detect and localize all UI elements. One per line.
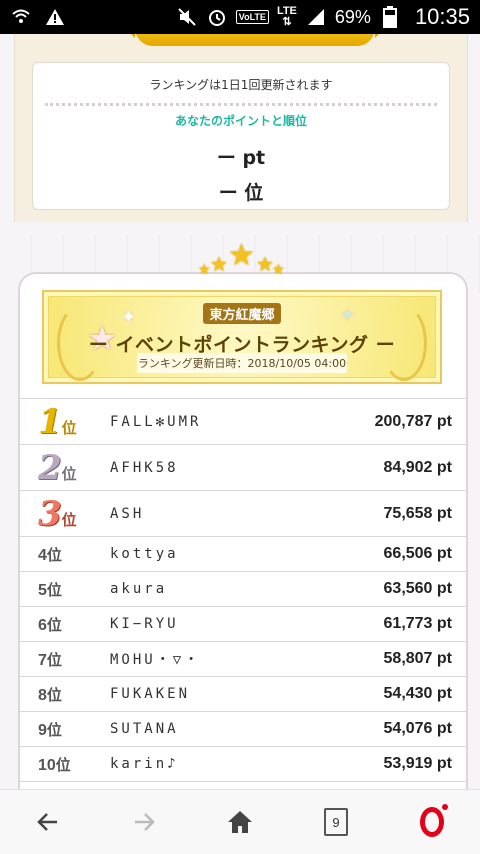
forward-arrow-icon: [135, 813, 155, 831]
rank-position: 10位: [38, 756, 71, 774]
player-points: 200,787 pt: [374, 412, 452, 430]
ranking-row[interactable]: 3位 ASH 75,658 pt: [20, 491, 466, 537]
player-name: FALL✻UMR: [110, 413, 202, 430]
forward-button[interactable]: [119, 797, 169, 847]
ranking-banner: ★ ✦ ✦ 東方紅魔郷 ー イベントポイントランキング ー ランキング更新日時：…: [42, 290, 442, 384]
ranking-row[interactable]: 5位 akura 63,560 pt: [20, 572, 466, 607]
ranking-row[interactable]: 10位 karin♪ 53,919 pt: [20, 747, 466, 782]
player-name: KI−RYU: [110, 616, 179, 632]
rank-position: 1位: [38, 401, 77, 442]
player-points: 61,773 pt: [383, 615, 452, 632]
player-name: kottya: [110, 546, 179, 562]
my-rank: ー 位: [218, 182, 264, 204]
rank-position: 2位: [38, 447, 77, 488]
player-points: 58,807 pt: [383, 650, 452, 667]
ranking-updated: ランキング更新日時：2018/10/05 04:00: [137, 353, 347, 373]
ranking-row[interactable]: 6位 KI−RYU 61,773 pt: [20, 607, 466, 642]
sparkle-icon: ✦: [121, 307, 137, 328]
ranking-row[interactable]: 2位 AFHK58 84,902 pt: [20, 445, 466, 491]
ranking-row[interactable]: 4位 kottya 66,506 pt: [20, 537, 466, 572]
home-icon: [228, 811, 252, 833]
ranking-row[interactable]: 9位 SUTANA 54,076 pt: [20, 712, 466, 747]
ranking-panel: ★ ✦ ✦ 東方紅魔郷 ー イベントポイントランキング ー ランキング更新日時：…: [18, 272, 468, 789]
back-arrow-icon: [37, 813, 57, 831]
web-page[interactable]: ランキングは1日1回更新されます あなたのポイントと順位 ー pt ー 位 ★ …: [0, 34, 480, 789]
warning-icon: [44, 6, 66, 28]
player-name: ASH: [110, 505, 145, 522]
tabs-icon: 9: [324, 808, 348, 836]
dotted-divider: [45, 103, 437, 106]
battery-percent: 69%: [334, 6, 371, 27]
stars-decoration: ★ ★ ★ ★ ★: [196, 238, 286, 284]
player-name: FUKAKEN: [110, 686, 191, 702]
ranking-list: 1位 FALL✻UMR 200,787 pt 2位 AFHK58 84,902 …: [20, 398, 466, 782]
battery-icon: [379, 6, 401, 28]
status-bar: VoLTE LTE ⇅ 69% 10:35: [0, 0, 480, 34]
star-icon: ★: [228, 238, 255, 273]
clock: 10:35: [414, 4, 470, 29]
rank-position: 4位: [38, 546, 62, 564]
star-icon: ★: [210, 252, 228, 276]
rank-position: 6位: [38, 616, 62, 634]
home-button[interactable]: [215, 797, 265, 847]
tabs-button[interactable]: 9: [311, 797, 361, 847]
player-name: SUTANA: [110, 721, 179, 737]
rank-position: 7位: [38, 651, 62, 669]
rank-position: 5位: [38, 581, 62, 599]
player-points: 75,658 pt: [383, 504, 452, 522]
star-icon: ★: [272, 262, 285, 278]
player-points: 84,902 pt: [383, 458, 452, 476]
alarm-icon: [206, 6, 228, 28]
player-name: MOHU・▽・: [110, 652, 202, 668]
ranking-row[interactable]: 1位 FALL✻UMR 200,787 pt: [20, 399, 466, 445]
player-points: 66,506 pt: [383, 545, 452, 562]
mute-icon: [176, 6, 198, 28]
my-rank-card: ランキングは1日1回更新されます あなたのポイントと順位 ー pt ー 位: [32, 62, 450, 210]
player-name: karin♪: [110, 756, 179, 772]
update-note: ランキングは1日1回更新されます: [149, 78, 333, 92]
back-button[interactable]: [23, 797, 73, 847]
ranking-row[interactable]: 7位 MOHU・▽・ 58,807 pt: [20, 642, 466, 677]
player-name: akura: [110, 581, 168, 597]
volte-indicator: VoLTE: [235, 10, 269, 24]
my-rank-subtitle: あなたのポイントと順位: [174, 114, 307, 128]
opera-menu-button[interactable]: [407, 797, 457, 847]
rank-position: 3位: [38, 493, 77, 534]
star-icon: ★: [198, 262, 211, 278]
player-name: AFHK58: [110, 459, 179, 476]
wifi-calling-icon: [10, 6, 32, 28]
rank-position: 9位: [38, 721, 62, 739]
ranking-row[interactable]: 8位 FUKAKEN 54,430 pt: [20, 677, 466, 712]
player-points: 53,919 pt: [383, 755, 452, 772]
player-points: 54,076 pt: [383, 720, 452, 737]
sparkle-icon: ✦: [339, 305, 355, 326]
browser-nav-bar: 9: [0, 789, 480, 854]
ribbon-decoration: [121, 34, 389, 46]
rank-position: 8位: [38, 686, 62, 704]
player-points: 54,430 pt: [383, 685, 452, 702]
event-name: 東方紅魔郷: [203, 303, 281, 324]
opera-menu-icon: [420, 804, 448, 837]
banner-background: ★ ✦ ✦ 東方紅魔郷 ー イベントポイントランキング ー ランキング更新日時：…: [48, 296, 436, 381]
signal-icon: [305, 6, 327, 28]
network-type: LTE ⇅: [276, 5, 297, 28]
my-points: ー pt: [216, 147, 266, 169]
player-points: 63,560 pt: [383, 580, 452, 597]
